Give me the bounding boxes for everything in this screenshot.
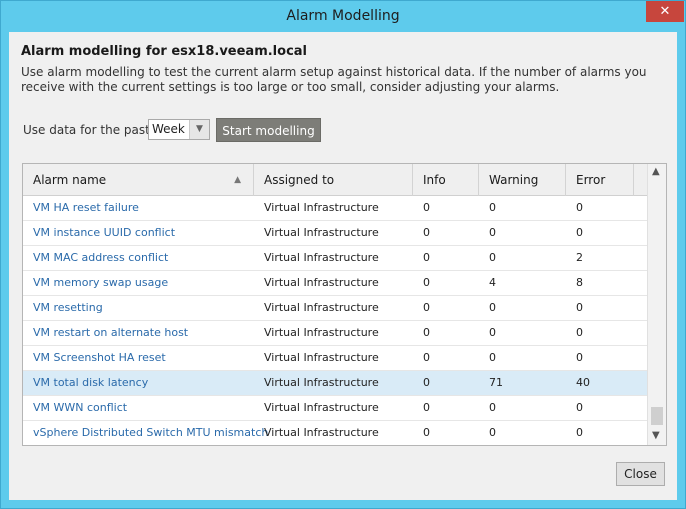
warning-count-cell: 0 (489, 426, 496, 439)
error-count-cell: 0 (576, 401, 583, 414)
period-select-value: Week (152, 122, 185, 136)
warning-count-cell: 0 (489, 351, 496, 364)
window-title: Alarm Modelling (286, 8, 400, 24)
start-modelling-button[interactable]: Start modelling (216, 118, 321, 142)
vertical-scrollbar[interactable]: ▲ ▼ (647, 164, 666, 445)
info-count-cell: 0 (423, 276, 430, 289)
warning-count-cell: 71 (489, 376, 503, 389)
period-select[interactable]: Week ▼ (148, 119, 210, 140)
title-bar[interactable]: Alarm Modelling ✕ (1, 1, 685, 32)
warning-count-cell: 0 (489, 251, 496, 264)
dialog-body: Alarm modelling for esx18.veeam.local Us… (9, 32, 677, 500)
warning-count-cell: 0 (489, 301, 496, 314)
alarm-name-link[interactable]: VM HA reset failure (23, 196, 254, 220)
column-header-alarm-name[interactable]: Alarm name ▲ (23, 164, 254, 196)
info-count-cell: 0 (423, 301, 430, 314)
table-row[interactable]: VM instance UUID conflict Virtual Infrast… (23, 221, 647, 246)
column-header-label: Alarm name (33, 173, 107, 187)
table-row[interactable]: VM HA reset failure Virtual Infrastructur… (23, 196, 647, 221)
assigned-to-cell: Virtual Infrastructure (264, 251, 379, 264)
error-count-cell: 0 (576, 201, 583, 214)
table-row[interactable]: VM total disk latency Virtual Infrastruct… (23, 371, 647, 396)
column-header-assigned-to[interactable]: Assigned to (254, 164, 413, 196)
alarm-name-link[interactable]: vSphere Distributed Switch MTU mismatch (23, 421, 268, 445)
assigned-to-cell: Virtual Infrastructure (264, 351, 379, 364)
info-count-cell: 0 (423, 251, 430, 264)
info-count-cell: 0 (423, 201, 430, 214)
info-count-cell: 0 (423, 376, 430, 389)
table-row[interactable]: VM MAC address conflict Virtual Infrastru… (23, 246, 647, 271)
error-count-cell: 0 (576, 426, 583, 439)
dialog-heading: Alarm modelling for esx18.veeam.local (21, 44, 308, 59)
alarm-table: Alarm name ▲ Assigned to Info Warning Er… (22, 163, 667, 446)
error-count-cell: 0 (576, 326, 583, 339)
alarm-name-link[interactable]: VM MAC address conflict (23, 246, 254, 270)
alarm-name-link[interactable]: VM restart on alternate host (23, 321, 254, 345)
warning-count-cell: 0 (489, 201, 496, 214)
info-count-cell: 0 (423, 226, 430, 239)
warning-count-cell: 0 (489, 326, 496, 339)
alarm-name-link[interactable]: VM WWN conflict (23, 396, 254, 420)
column-header-error[interactable]: Error (566, 164, 634, 196)
table-row[interactable]: VM resetting Virtual Infrastructure 0 0 0 (23, 296, 647, 321)
assigned-to-cell: Virtual Infrastructure (264, 301, 379, 314)
assigned-to-cell: Virtual Infrastructure (264, 226, 379, 239)
dialog-description: Use alarm modelling to test the current … (21, 65, 647, 94)
sort-ascending-icon: ▲ (234, 175, 241, 185)
window-close-icon[interactable]: ✕ (646, 1, 684, 22)
assigned-to-cell: Virtual Infrastructure (264, 401, 379, 414)
column-header-info[interactable]: Info (413, 164, 479, 196)
assigned-to-cell: Virtual Infrastructure (264, 326, 379, 339)
warning-count-cell: 0 (489, 226, 496, 239)
error-count-cell: 0 (576, 351, 583, 364)
alarm-name-link[interactable]: VM instance UUID conflict (23, 221, 254, 245)
table-header: Alarm name ▲ Assigned to Info Warning Er… (23, 164, 647, 196)
error-count-cell: 0 (576, 226, 583, 239)
alarm-name-link[interactable]: VM total disk latency (23, 371, 254, 395)
assigned-to-cell: Virtual Infrastructure (264, 426, 379, 439)
scroll-thumb[interactable] (651, 407, 663, 425)
use-data-label: Use data for the past (23, 123, 150, 137)
assigned-to-cell: Virtual Infrastructure (264, 276, 379, 289)
warning-count-cell: 0 (489, 401, 496, 414)
error-count-cell: 40 (576, 376, 590, 389)
scroll-up-icon[interactable]: ▲ (652, 166, 660, 177)
assigned-to-cell: Virtual Infrastructure (264, 201, 379, 214)
table-row[interactable]: vSphere Distributed Switch MTU mismatch V… (23, 421, 647, 445)
alarm-name-link[interactable]: VM Screenshot HA reset (23, 346, 254, 370)
chevron-down-icon[interactable]: ▼ (189, 120, 209, 139)
error-count-cell: 8 (576, 276, 583, 289)
error-count-cell: 0 (576, 301, 583, 314)
assigned-to-cell: Virtual Infrastructure (264, 376, 379, 389)
table-row[interactable]: VM memory swap usage Virtual Infrastructu… (23, 271, 647, 296)
warning-count-cell: 4 (489, 276, 496, 289)
error-count-cell: 2 (576, 251, 583, 264)
info-count-cell: 0 (423, 326, 430, 339)
alarm-name-link[interactable]: VM resetting (23, 296, 254, 320)
close-button[interactable]: Close (616, 462, 665, 486)
alarm-modelling-window: Alarm Modelling ✕ Alarm modelling for es… (0, 0, 686, 509)
table-row[interactable]: VM WWN conflict Virtual Infrastructure 0 0 0 (23, 396, 647, 421)
column-header-warning[interactable]: Warning (479, 164, 566, 196)
table-row[interactable]: VM restart on alternate host Virtual Infr… (23, 321, 647, 346)
info-count-cell: 0 (423, 351, 430, 364)
scroll-down-icon[interactable]: ▼ (652, 430, 660, 441)
info-count-cell: 0 (423, 401, 430, 414)
info-count-cell: 0 (423, 426, 430, 439)
table-row[interactable]: VM Screenshot HA reset Virtual Infrastruc… (23, 346, 647, 371)
alarm-name-link[interactable]: VM memory swap usage (23, 271, 254, 295)
